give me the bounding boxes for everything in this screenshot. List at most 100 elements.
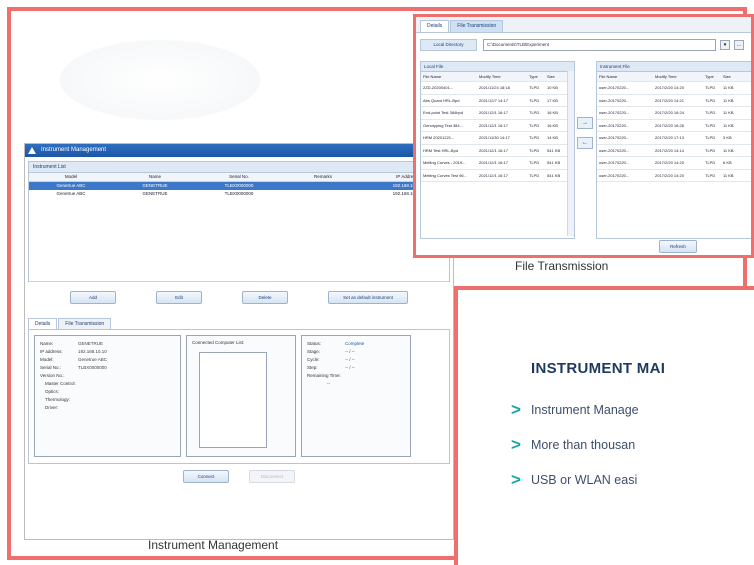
instrument-management-caption: Instrument Management (148, 538, 279, 552)
table-cell: 2021/11/30 14:17 (479, 135, 510, 140)
table-cell: TLPD (705, 147, 716, 153)
table-row[interactable]: Abs Quant HRL-Bpd 2021/12/7 14:17 TLPD 17 K… (421, 95, 574, 107)
table-empty-area (29, 198, 449, 282)
feature-bullet-text: Instrument Manage (530, 403, 639, 417)
column-header[interactable]: Name (113, 173, 197, 181)
local-directory-field[interactable]: C:\Documents\TLB\Experiment (483, 38, 716, 51)
table-cell: 2017/2/20 16:26 (655, 122, 684, 128)
table-row[interactable]: Melting Curves - 2019... 2021/12/1 16:17 T… (421, 157, 574, 170)
tab-details[interactable]: Details (28, 318, 58, 329)
table-cell: TLPD (705, 122, 716, 128)
table-cell: 2021/11/24 18:18 (479, 85, 510, 90)
status-row: Step: -- / -- (302, 364, 410, 372)
table-cell: user-20170220... (599, 122, 630, 128)
connected-computer-list[interactable] (199, 352, 267, 448)
status-row: Status: Complete (302, 340, 410, 348)
table-cell: 2017/2/20 14:20 (655, 172, 684, 178)
file-transmission-caption: File Transmission (515, 259, 609, 273)
refresh-button[interactable]: Refresh (659, 240, 697, 253)
info-key: Version No.: (40, 373, 65, 378)
download-arrow-icon[interactable]: ← (577, 137, 593, 149)
column-header[interactable]: Type (527, 72, 545, 81)
column-header[interactable]: Model (29, 173, 113, 181)
info-row: Optics: (35, 388, 180, 396)
add-button[interactable]: Add (70, 291, 116, 304)
table-row[interactable]: user-20170220... 2017/2/20 14:20 TLPD 6 KB (597, 157, 751, 170)
window-titlebar: Instrument Management (25, 144, 453, 157)
table-row[interactable]: Melting Curves Test 96... 2021/12/1 16:17… (421, 170, 574, 182)
instrument-file-header: Instrument File (597, 62, 751, 72)
upload-arrow-icon[interactable]: → (577, 117, 593, 129)
column-header[interactable]: Modify Time (653, 72, 703, 81)
column-header[interactable]: Size (545, 72, 565, 81)
table-row[interactable]: user-20170220... 2017/2/20 14:20 TLPD 11 KB (597, 170, 751, 182)
column-header[interactable]: Type (703, 72, 721, 81)
table-cell: user-20170220... (599, 110, 630, 115)
info-row: Version No.: (35, 372, 180, 380)
info-key: IP address: (40, 349, 63, 354)
table-cell: 2021/12/1 16:17 (479, 147, 508, 153)
status-key: Stage: (307, 349, 321, 354)
table-cell: 14 KB (547, 135, 558, 140)
table-row[interactable]: Genotyping Test 384... 2021/12/1 16:17 TLP… (421, 120, 574, 132)
status-key: Status: (307, 341, 322, 346)
disconnect-button[interactable]: Disconnect (249, 470, 295, 483)
feature-bullet-text: USB or WLAN easi (530, 473, 638, 487)
table-cell: TLPD (529, 172, 540, 178)
table-row[interactable]: user-20170220... 2017/2/20 17:13 TLPD 3 KB (597, 132, 751, 145)
delete-button[interactable]: Delete (242, 291, 288, 304)
feature-bullet: > Instrument Manage (511, 400, 639, 420)
table-row[interactable]: user-20170220... 2017/2/20 14:21 TLPD 11 KB (597, 95, 751, 107)
instrument-button-bar: Add Edit Delete Set as default instrumen… (25, 282, 453, 305)
table-cell: Genetrue ABC (56, 191, 86, 196)
table-cell: Genetrue ABC (56, 183, 86, 188)
column-header[interactable]: Size (721, 72, 741, 81)
table-row[interactable]: Genetrue ABC GENETRUE TLBX0000000 192.16… (29, 182, 449, 190)
column-header[interactable]: File Name (421, 72, 477, 81)
ft-tab-details[interactable]: Details (420, 20, 450, 32)
run-status-box: Status: Complete Stage: -- / -- Cycle: -- /… (301, 335, 411, 457)
connect-button[interactable]: Connect (183, 470, 229, 483)
table-row[interactable]: user-20170220... 2017/2/20 16:24 TLPD 11 KB (597, 107, 751, 120)
edit-button[interactable]: Edit (156, 291, 202, 304)
table-row[interactable]: 2ZD-20200401... 2021/11/24 18:18 TLPD 10 KB (421, 82, 574, 95)
table-cell: TLPD (705, 172, 716, 178)
folder-icon[interactable]: … (734, 39, 744, 50)
table-cell: End-point Test 384bpd (423, 110, 463, 115)
table-row[interactable]: End-point Test 384bpd 2021/12/1 16:17 TLPD… (421, 107, 574, 120)
chevron-down-icon[interactable]: ▾ (720, 39, 730, 50)
table-cell: user-20170220... (599, 135, 630, 140)
set-default-instrument-button[interactable]: Set as default instrument (328, 291, 408, 304)
chevron-right-icon: > (511, 435, 521, 454)
tab-file-transmission[interactable]: File Transmission (58, 318, 112, 329)
table-row[interactable]: Genetrue ABC GENETRUE TLBX0000000 192.16… (29, 190, 449, 198)
table-cell: 2ZD-20200401... (423, 85, 454, 90)
status-value: -- / -- (345, 357, 355, 362)
local-file-header: Local File (421, 62, 574, 72)
table-row[interactable]: user-20170220... 2017/2/20 14:20 TLPD 11 KB (597, 82, 751, 95)
info-value: GENETRUE (78, 341, 104, 346)
table-cell: TLBX0000000 (224, 183, 254, 188)
table-cell: user-20170220... (599, 147, 630, 153)
info-value: Genetrue ABC (78, 357, 108, 362)
column-header[interactable]: Modify Time (477, 72, 527, 81)
table-row[interactable]: user-20170220... 2017/2/20 16:26 TLPD 11 KB (597, 120, 751, 132)
table-row[interactable]: user-20170220... 2017/2/20 14:14 TLPD 11 KB (597, 145, 751, 157)
table-cell: GENETRUE (142, 191, 168, 196)
ft-tab-file-transmission[interactable]: File Transmission (450, 20, 504, 32)
info-key: Thermology: (45, 397, 71, 402)
table-cell: 11 KB (723, 172, 734, 178)
column-header[interactable]: Remarks (281, 173, 365, 181)
column-header[interactable]: Serial No. (197, 173, 281, 181)
connected-computer-title: Connected Computer List: (192, 340, 245, 345)
instrument-file-list: user-20170220... 2017/2/20 14:20 TLPD 11 KB… (597, 82, 751, 182)
table-cell: 17 KB (547, 97, 558, 103)
file-transmission-window: Details File Transmission Local Director… (413, 14, 754, 258)
table-row[interactable]: HRM Test HRL-Bpd 2021/12/1 16:17 TLPD 541 K… (421, 145, 574, 157)
column-header[interactable]: File Name (597, 72, 653, 81)
table-row[interactable]: HRM 20201221... 2021/11/30 14:17 TLPD 14 KB (421, 132, 574, 145)
background-glow (60, 40, 260, 120)
table-cell: 11 KB (723, 122, 734, 128)
table-cell: user-20170220... (599, 97, 630, 103)
scrollbar[interactable] (567, 71, 574, 236)
